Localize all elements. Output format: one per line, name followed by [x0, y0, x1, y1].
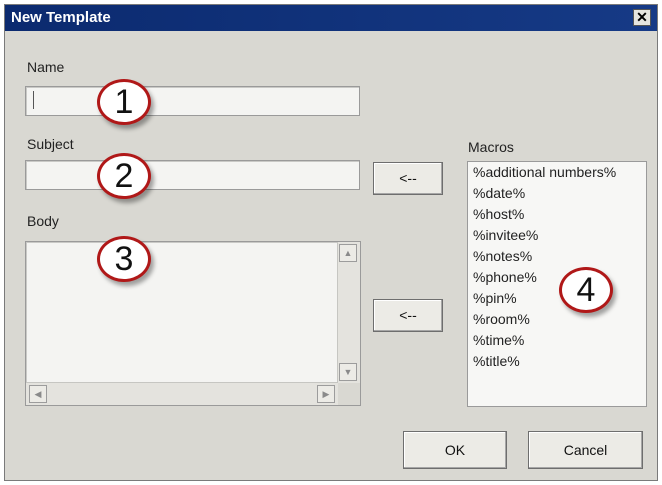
scroll-up-arrow-icon[interactable]: ▲ [339, 244, 357, 262]
macro-items: %additional numbers% %date% %host% %invitee… [468, 162, 646, 372]
callout-3: 3 [97, 236, 151, 282]
new-template-dialog: New Template ✕ Name Subject Body ▲ ▼ ◀ ▶… [4, 4, 658, 481]
macro-list-item[interactable]: %date% [468, 183, 646, 204]
macro-list-item[interactable]: %host% [468, 204, 646, 225]
macro-list-item[interactable]: %phone% [468, 267, 646, 288]
macro-list-item[interactable]: %room% [468, 309, 646, 330]
body-horizontal-scrollbar[interactable]: ◀ ▶ [26, 382, 338, 405]
body-label: Body [27, 213, 59, 229]
macro-list-item[interactable]: %title% [468, 351, 646, 372]
callout-2: 2 [97, 153, 151, 199]
ok-button[interactable]: OK [403, 431, 507, 469]
cancel-button[interactable]: Cancel [528, 431, 643, 469]
close-button[interactable]: ✕ [633, 9, 651, 26]
scroll-left-arrow-icon[interactable]: ◀ [29, 385, 47, 403]
macros-listbox[interactable]: %additional numbers% %date% %host% %invitee… [467, 161, 647, 407]
insert-into-subject-button[interactable]: <-- [373, 162, 443, 195]
callout-4: 4 [559, 267, 613, 313]
macro-list-item[interactable]: %notes% [468, 246, 646, 267]
macro-list-item[interactable]: %time% [468, 330, 646, 351]
subject-input[interactable] [25, 160, 360, 190]
close-icon: ✕ [636, 9, 648, 25]
macro-list-item[interactable]: %additional numbers% [468, 162, 646, 183]
subject-label: Subject [27, 136, 74, 152]
name-input[interactable] [25, 86, 360, 116]
scroll-down-arrow-icon[interactable]: ▼ [339, 363, 357, 381]
macros-label: Macros [468, 139, 514, 155]
macro-list-item[interactable]: %pin% [468, 288, 646, 309]
macro-list-item[interactable]: %invitee% [468, 225, 646, 246]
dialog-title: New Template [11, 9, 111, 26]
insert-into-body-button[interactable]: <-- [373, 299, 443, 332]
scroll-right-arrow-icon[interactable]: ▶ [317, 385, 335, 403]
name-label: Name [27, 59, 65, 75]
text-caret [33, 91, 34, 109]
title-bar[interactable]: New Template ✕ [5, 5, 657, 31]
callout-1: 1 [97, 79, 151, 125]
body-vertical-scrollbar[interactable]: ▲ ▼ [337, 242, 360, 383]
scrollbar-corner [338, 383, 360, 405]
body-textarea[interactable]: ▲ ▼ ◀ ▶ [25, 241, 361, 406]
